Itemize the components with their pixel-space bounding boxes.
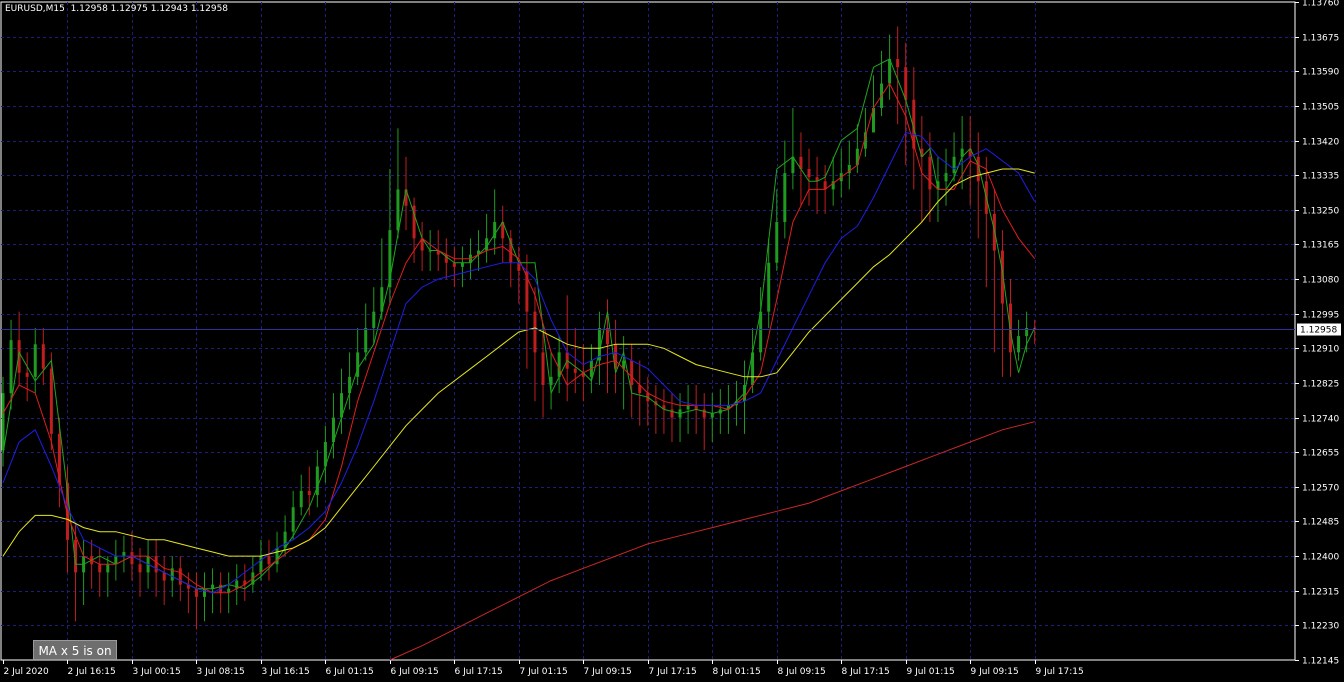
y-tick-label: 1.13080 [1302,276,1339,286]
x-tick-label: 2 Jul 16:15 [68,667,116,677]
candle-body [767,262,771,312]
x-tick-label: 7 Jul 17:15 [649,667,697,677]
y-tick-label: 1.13590 [1302,68,1339,78]
candle-body [49,368,53,434]
candle-body [372,311,376,328]
candle-body [452,262,456,267]
candle-body [194,588,198,597]
y-tick-label: 1.12145 [1302,657,1339,667]
y-tick-label: 1.12570 [1302,484,1339,494]
candle-body [364,327,368,353]
x-tick-label: 8 Jul 09:15 [778,667,826,677]
candle-body [178,568,182,585]
candle-body [904,67,908,100]
candle-body [686,405,690,410]
chart-header: EURUSD,M15 1.12958 1.12975 1.12943 1.129… [5,4,228,14]
candle-body [162,572,166,581]
candle-body [541,352,545,385]
y-tick-label: 1.13760 [1302,0,1339,9]
candle-body [299,490,303,508]
candle-body [259,556,263,573]
y-tick-label: 1.13675 [1302,34,1339,44]
candle-body [630,360,634,385]
x-tick-label: 6 Jul 01:15 [326,667,374,677]
y-tick-label: 1.12485 [1302,518,1339,528]
y-tick-label: 1.13165 [1302,241,1339,251]
x-tick-label: 6 Jul 09:15 [391,667,439,677]
candle-body [307,490,311,495]
candle-body [775,222,779,263]
candle-body [41,344,45,369]
y-tick-label: 1.12995 [1302,311,1339,321]
ma-line-4 [2,168,1035,557]
y-tick-label: 1.12655 [1302,449,1339,459]
candle-body [1009,303,1012,353]
x-tick-label: 7 Jul 01:15 [520,667,568,677]
candle-body [928,156,932,190]
ma-line-5 [389,421,1035,661]
candle-body [9,340,13,394]
candle-body [122,552,126,557]
candle-body [606,327,609,345]
ma-status-badge[interactable]: MA x 5 is on [33,640,117,660]
y-tick-label: 1.12825 [1302,380,1339,390]
x-tick-label: 3 Jul 00:15 [133,667,181,677]
candle-body [1017,336,1021,353]
ma-line-2 [2,82,1036,594]
symbol-period-label: EURUSD,M15 [5,4,65,14]
ma-line-1 [2,58,1036,590]
x-tick-label: 9 Jul 17:15 [1036,667,1084,677]
chart-window[interactable]: 1.13760 1.13675 1.13590 1.13505 1.13420 1.133… [0,0,1344,682]
y-tick-label: 1.13335 [1302,172,1339,182]
y-tick-label: 1.12910 [1302,345,1339,355]
candle-body [138,564,142,573]
y-tick-label: 1.12740 [1302,415,1339,425]
candle-body [1,393,5,451]
x-tick-label: 2 Jul 2020 [4,667,49,677]
candle-body [710,413,714,418]
ohlc-readout: 1.12958 1.12975 1.12943 1.12958 [70,4,229,14]
candle-body [670,409,674,418]
y-tick-label: 1.13250 [1302,207,1339,217]
x-tick-label: 6 Jul 17:15 [455,667,503,677]
candle-body [106,564,110,573]
x-tick-label: 9 Jul 09:15 [971,667,1019,677]
x-tick-label: 7 Jul 09:15 [584,667,632,677]
candle-body [460,262,464,267]
candle-body [291,507,295,532]
x-tick-label: 3 Jul 08:15 [197,667,245,677]
y-tick-label: 1.13505 [1302,103,1339,113]
y-tick-label: 1.13420 [1302,138,1339,148]
candle-body [557,352,561,377]
candle-body [114,556,118,565]
candle-body [203,588,206,597]
candle-body [952,156,956,174]
current-price-label: 1.12958 [1300,326,1337,336]
candle-body [25,372,29,377]
candle-body [98,564,102,573]
x-tick-label: 8 Jul 01:15 [713,667,761,677]
candle-body [702,409,706,418]
candle-body [783,173,787,223]
candle-body [33,344,37,377]
x-tick-label: 8 Jul 17:15 [842,667,890,677]
y-tick-label: 1.12315 [1302,588,1339,598]
x-tick-label: 3 Jul 16:15 [262,667,310,677]
candle-body [694,405,698,410]
candle-body [154,556,158,573]
y-tick-label: 1.12230 [1302,622,1339,632]
candle-body [896,59,900,68]
candle-body [807,169,811,178]
candle-body [130,552,134,565]
chart-canvas[interactable]: 1.13760 1.13675 1.13590 1.13505 1.13420 1.133… [0,0,1344,682]
y-tick-label: 1.12400 [1302,553,1339,563]
candle-body [573,368,577,373]
candle-body [235,580,239,589]
candle-body [267,556,271,565]
ma-line-3 [2,131,1036,594]
candle-body [533,311,537,353]
candle-body [944,173,948,182]
candle-body [396,189,400,231]
x-tick-label: 9 Jul 01:15 [907,667,955,677]
